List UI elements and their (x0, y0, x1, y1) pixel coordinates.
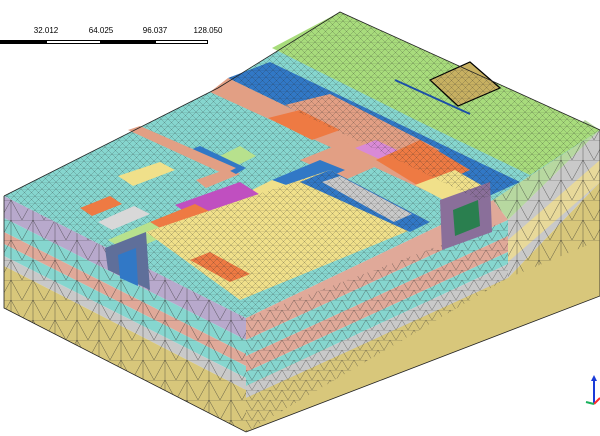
scale-bar: 32.012 64.025 96.037 128.050 (0, 26, 240, 56)
scale-label-3: 96.037 (142, 26, 168, 35)
scale-label-2: 64.025 (88, 26, 114, 35)
axis-y-icon (585, 401, 595, 405)
scale-label-4: 128.050 (193, 26, 223, 35)
scale-seg-2 (46, 40, 101, 44)
axis-z-arrow (591, 375, 597, 381)
scale-seg-4 (155, 40, 208, 44)
mesh-viewport[interactable] (0, 0, 600, 436)
axis-triad[interactable] (583, 374, 600, 408)
scale-label-1: 32.012 (33, 26, 59, 35)
scale-seg-1 (0, 40, 46, 44)
scale-seg-3 (101, 40, 155, 44)
